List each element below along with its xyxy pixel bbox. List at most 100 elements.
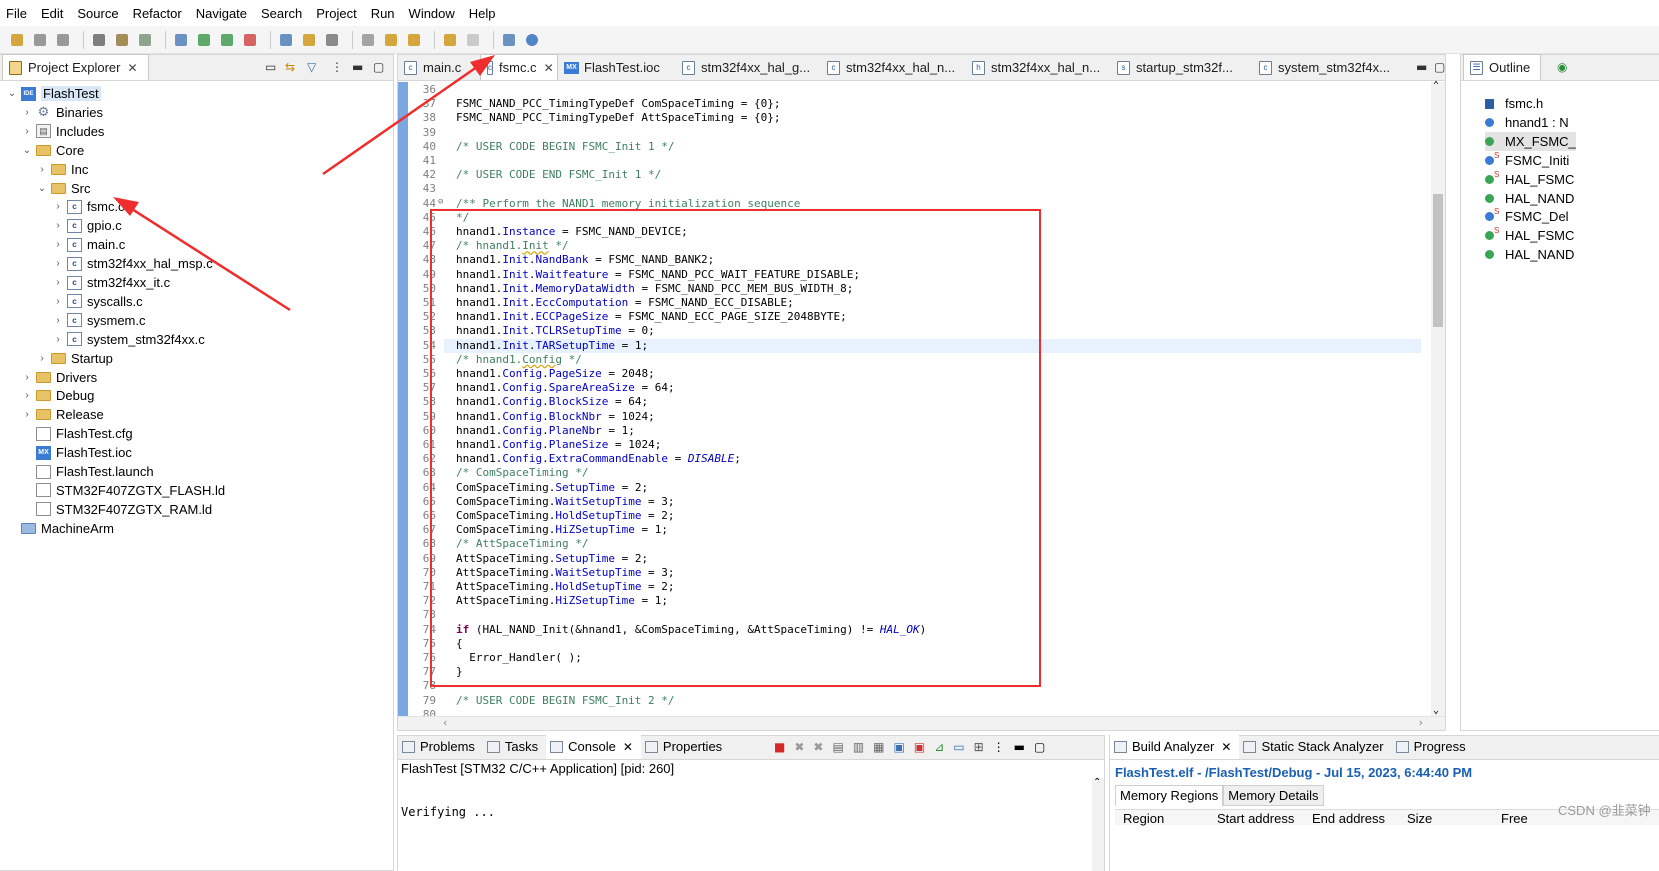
- scroll-up-icon[interactable]: ⌃: [1093, 777, 1101, 788]
- tree-item[interactable]: FlashTest.cfg: [21, 424, 133, 443]
- chevron-right-icon[interactable]: ›: [36, 164, 48, 175]
- tree-item[interactable]: › Inc: [36, 160, 88, 179]
- tree-item[interactable]: › c stm32f4xx_hal_msp.c: [52, 254, 212, 273]
- back-icon[interactable]: [441, 31, 459, 49]
- scroll-down-icon[interactable]: ⌄: [1433, 705, 1439, 716]
- column-header[interactable]: Size: [1407, 811, 1432, 826]
- tree-item[interactable]: ⌄ Core: [21, 141, 84, 160]
- chevron-right-icon[interactable]: ›: [21, 107, 33, 118]
- menu-help[interactable]: Help: [469, 6, 496, 21]
- column-header[interactable]: Start address: [1217, 811, 1294, 826]
- new-icon[interactable]: [8, 31, 26, 49]
- menu-source[interactable]: Source: [77, 6, 118, 21]
- close-icon[interactable]: ✕: [623, 740, 633, 754]
- minimize-icon[interactable]: ▬: [352, 60, 363, 74]
- tab-outline[interactable]: ☰ Outline: [1463, 54, 1542, 80]
- chevron-right-icon[interactable]: ›: [21, 372, 33, 383]
- minimize-icon[interactable]: ▬: [1014, 740, 1025, 754]
- maximize-icon[interactable]: ▢: [1434, 60, 1445, 74]
- tab-properties[interactable]: Properties: [641, 734, 730, 759]
- outline-item[interactable]: S FSMC_Del: [1485, 207, 1569, 226]
- clear-console-icon[interactable]: ▤: [832, 740, 843, 754]
- console-scrollbar[interactable]: ⌃: [1092, 777, 1104, 871]
- close-icon[interactable]: ✕: [127, 61, 137, 75]
- outline-item[interactable]: HAL_NAND: [1485, 189, 1574, 208]
- menu-search[interactable]: Search: [261, 6, 302, 21]
- scroll-lock-icon[interactable]: ▥: [853, 740, 864, 754]
- tree-item[interactable]: › Drivers: [21, 368, 97, 387]
- open-perspective-icon[interactable]: [500, 31, 518, 49]
- chevron-right-icon[interactable]: ›: [52, 201, 64, 212]
- column-header[interactable]: Free: [1501, 811, 1528, 826]
- outline-item[interactable]: fsmc.h: [1485, 94, 1543, 113]
- outline-item[interactable]: hnand1 : N: [1485, 113, 1569, 132]
- scroll-right-icon[interactable]: ›: [1419, 716, 1423, 729]
- annotate-icon[interactable]: [359, 31, 377, 49]
- scrollbar-thumb[interactable]: [1433, 194, 1443, 327]
- outline-item[interactable]: S FSMC_Initi: [1485, 151, 1569, 170]
- menu-window[interactable]: Window: [409, 6, 455, 21]
- debug-config-icon[interactable]: [136, 31, 154, 49]
- chevron-right-icon[interactable]: ›: [52, 258, 64, 269]
- editor-tab[interactable]: c stm32f4xx_hal_g...: [676, 55, 821, 80]
- menu-project[interactable]: Project: [316, 6, 356, 21]
- maximize-icon[interactable]: ▢: [1034, 740, 1045, 754]
- info-icon[interactable]: [523, 31, 541, 49]
- menu-refactor[interactable]: Refactor: [133, 6, 182, 21]
- tree-item[interactable]: › c syscalls.c: [52, 292, 142, 311]
- tree-item[interactable]: › Debug: [21, 386, 94, 405]
- fold-toggle-icon[interactable]: ⊖: [438, 197, 443, 207]
- editor-tab[interactable]: c stm32f4xx_hal_n...: [821, 55, 966, 80]
- editor-tab[interactable]: c system_stm32f4x...: [1253, 55, 1401, 80]
- chevron-right-icon[interactable]: ›: [52, 277, 64, 288]
- tab-build-analyzer[interactable]: Build Analyzer ✕: [1110, 734, 1240, 759]
- tree-item[interactable]: › c sysmem.c: [52, 311, 145, 330]
- remove-all-icon[interactable]: ✖: [813, 740, 823, 754]
- tree-item[interactable]: STM32F407ZGTX_RAM.ld: [21, 500, 212, 519]
- tab-progress[interactable]: Progress: [1392, 734, 1474, 759]
- subtab-memory-regions[interactable]: Memory Regions: [1115, 785, 1224, 806]
- chevron-right-icon[interactable]: ›: [52, 296, 64, 307]
- close-icon[interactable]: ✕: [544, 61, 554, 75]
- debug-icon[interactable]: [195, 31, 213, 49]
- external-tools-icon[interactable]: [277, 31, 295, 49]
- subtab-memory-details[interactable]: Memory Details: [1223, 785, 1324, 806]
- chevron-right-icon[interactable]: ›: [52, 334, 64, 345]
- chevron-down-icon[interactable]: ⌄: [6, 88, 18, 99]
- tree-item[interactable]: › c stm32f4xx_it.c: [52, 273, 170, 292]
- chevron-right-icon[interactable]: ›: [52, 239, 64, 250]
- remove-launch-icon[interactable]: ✖: [794, 740, 804, 754]
- tree-item[interactable]: ⌄ Src: [36, 179, 91, 198]
- display-console-icon[interactable]: ▭: [953, 740, 964, 754]
- menu-navigate[interactable]: Navigate: [196, 6, 247, 21]
- tree-item[interactable]: › c gpio.c: [52, 216, 121, 235]
- tree-item[interactable]: ⌄ IDE FlashTest: [6, 84, 101, 103]
- chevron-right-icon[interactable]: ›: [36, 353, 48, 364]
- tab-console[interactable]: Console ✕: [546, 734, 641, 759]
- editor-tab[interactable]: s startup_stm32f...: [1111, 55, 1253, 80]
- vertical-scrollbar[interactable]: ⌃ ⌄: [1431, 80, 1445, 716]
- tree-item[interactable]: › c main.c: [52, 235, 125, 254]
- open-type-icon[interactable]: [300, 31, 318, 49]
- prev-annotation-icon[interactable]: [382, 31, 400, 49]
- scroll-left-icon[interactable]: ‹: [443, 716, 447, 729]
- search-icon[interactable]: [172, 31, 190, 49]
- tab-static-stack-analyzer[interactable]: Static Stack Analyzer: [1239, 734, 1391, 759]
- tree-item[interactable]: › ⚙ Binaries: [21, 103, 103, 122]
- search-files-icon[interactable]: [323, 31, 341, 49]
- editor-tab[interactable]: c main.c: [398, 55, 480, 80]
- tree-item[interactable]: › c system_stm32f4xx.c: [52, 330, 204, 349]
- chevron-right-icon[interactable]: ›: [21, 409, 33, 420]
- word-wrap-icon[interactable]: ▦: [873, 740, 884, 754]
- menu-run[interactable]: Run: [371, 6, 395, 21]
- outline-item[interactable]: HAL_NAND: [1485, 245, 1574, 264]
- pin-console-icon[interactable]: ⊿: [934, 740, 944, 754]
- hammer-icon[interactable]: [113, 31, 131, 49]
- maximize-icon[interactable]: ▢: [373, 60, 384, 74]
- minimize-icon[interactable]: ▬: [1416, 60, 1427, 74]
- forward-icon[interactable]: [464, 31, 482, 49]
- tree-item[interactable]: › Startup: [36, 349, 113, 368]
- save-icon[interactable]: [31, 31, 49, 49]
- chevron-right-icon[interactable]: ›: [52, 220, 64, 231]
- filter-icon[interactable]: ▽: [307, 60, 316, 74]
